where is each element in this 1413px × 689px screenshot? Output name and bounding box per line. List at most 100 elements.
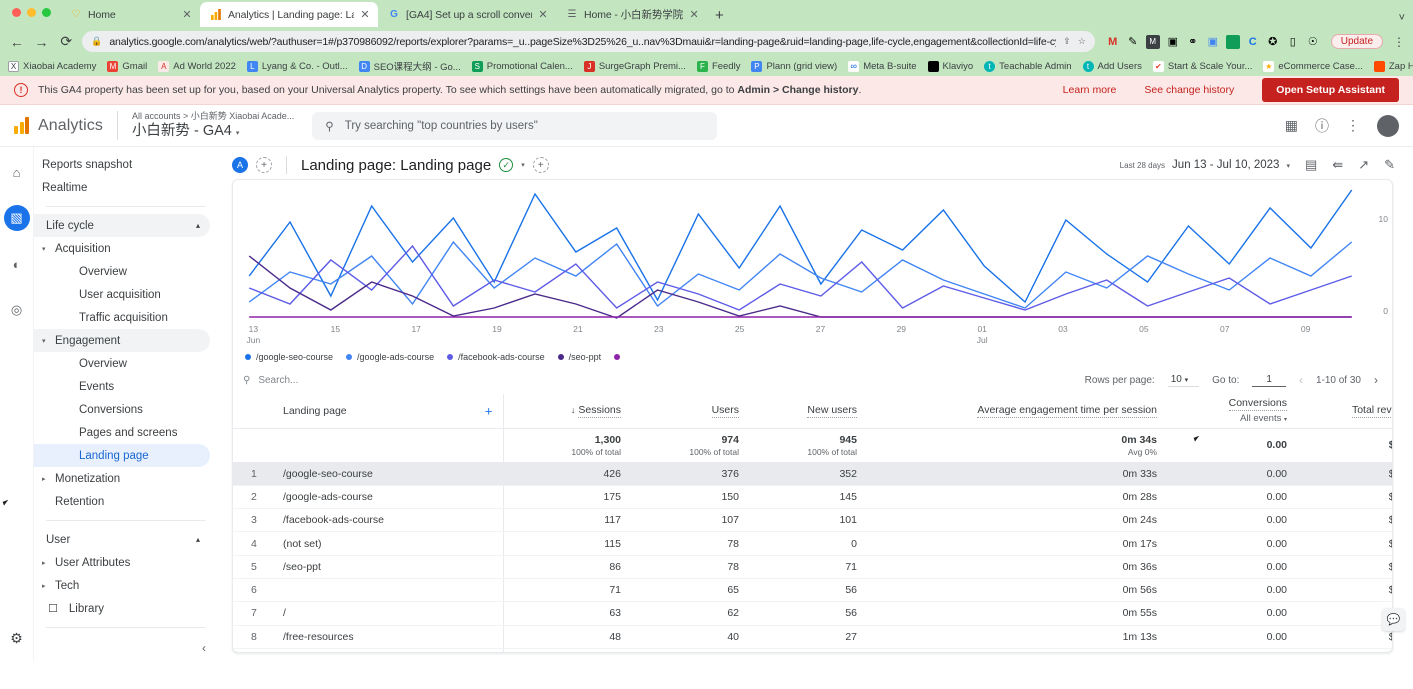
sidebar-item-library[interactable]: ☐Library [34, 597, 222, 620]
tab-list-chevron-icon[interactable]: ˅ [1399, 12, 1405, 24]
see-change-history-link[interactable]: See change history [1144, 84, 1234, 96]
feedback-icon[interactable]: 💬 [1382, 608, 1405, 631]
table-row[interactable]: 8 /free-resources 48 40 27 1m 13s 0.00 $… [233, 625, 1393, 648]
row-dimension[interactable]: (not set) [271, 532, 503, 555]
bookmark-item[interactable]: LLyang & Co. - Outl... [247, 61, 348, 72]
next-page-button[interactable]: › [1374, 373, 1378, 387]
row-dimension[interactable]: / [271, 602, 503, 625]
add-dimension-button[interactable]: + [485, 403, 493, 418]
browser-tab-3[interactable]: ☰ Home - 小白新势学院 ✕ [556, 2, 707, 27]
sidebar-item-realtime[interactable]: Realtime [34, 176, 210, 199]
column-header-new-users[interactable]: New users [751, 394, 869, 428]
camera-icon[interactable]: ▣ [1166, 35, 1180, 49]
bookmark-item[interactable]: Klaviyo [928, 61, 974, 72]
add-comparison-button[interactable]: + [256, 157, 272, 173]
add-segment-button[interactable]: + [533, 157, 549, 173]
analytics-logo[interactable]: Analytics [6, 117, 117, 135]
bookmark-item[interactable]: JSurgeGraph Premi... [584, 61, 686, 72]
sidebar-item-landing-page[interactable]: Landing page [34, 444, 210, 467]
row-dimension[interactable]: /courses [271, 648, 503, 653]
close-tab-button[interactable]: ✕ [689, 8, 699, 21]
back-button[interactable]: ← [8, 34, 26, 50]
row-dimension[interactable] [271, 578, 503, 601]
explore-icon[interactable]: ◐ [4, 251, 30, 277]
bookmark-item[interactable]: AAd World 2022 [158, 61, 236, 72]
avatar[interactable] [1377, 115, 1399, 137]
bookmark-item[interactable]: Zap History [1374, 61, 1413, 72]
row-dimension[interactable]: /google-seo-course [271, 462, 503, 485]
column-header-sessions[interactable]: ↓Sessions [503, 394, 633, 428]
column-header-engagement-time[interactable]: Average engagement time per session [869, 394, 1169, 428]
chevron-down-icon[interactable]: ▾ [236, 130, 240, 137]
profile-icon[interactable]: ☉ [1306, 35, 1320, 49]
sidebar-item-user-attributes[interactable]: ▸User Attributes [34, 551, 210, 574]
sidebar-item-reports-snapshot[interactable]: Reports snapshot [34, 153, 210, 176]
browser-menu-button[interactable]: ⋮ [1390, 35, 1405, 49]
comparison-badge[interactable]: A [232, 157, 248, 173]
learn-more-link[interactable]: Learn more [1063, 84, 1117, 96]
rows-per-page-select[interactable]: 10 ▾ [1168, 374, 1199, 387]
sheets-icon[interactable] [1226, 35, 1240, 49]
row-dimension[interactable]: /free-resources [271, 625, 503, 648]
insights-icon[interactable]: ▤ [1305, 157, 1317, 173]
url-input[interactable]: 🔒 analytics.google.com/analytics/web/?au… [82, 31, 1095, 52]
sidebar-item-user-acquisition[interactable]: User acquisition [34, 283, 210, 306]
browser-tab-2[interactable]: G [GA4] Set up a scroll conversi ✕ [378, 2, 556, 27]
sidebar-item-acquisition[interactable]: ▾Acquisition [34, 237, 210, 260]
gear-icon[interactable]: ⚙ [10, 630, 23, 647]
pen-icon[interactable]: ✎ [1126, 35, 1140, 49]
m-square-icon[interactable]: M [1146, 35, 1160, 49]
sidebar-item-traffic-acquisition[interactable]: Traffic acquisition [34, 306, 210, 329]
sidebar-item-events[interactable]: Events [34, 375, 210, 398]
table-row[interactable]: 6 71 65 56 0m 56s 0.00 $0.00 [233, 578, 1393, 601]
column-header-users[interactable]: Users [633, 394, 751, 428]
c-icon[interactable]: C [1246, 35, 1260, 49]
minimize-window-button[interactable] [27, 8, 36, 17]
table-row[interactable]: 4 (not set) 115 78 0 0m 17s 0.00 $0.00 [233, 532, 1393, 555]
bookmark-item[interactable]: MGmail [107, 61, 147, 72]
new-tab-button[interactable]: + [715, 7, 724, 24]
bookmark-item[interactable]: DSEO课程大纲 - Go... [359, 59, 461, 73]
share-icon[interactable]: ⇚ [1332, 157, 1343, 173]
table-row[interactable]: 2 /google-ads-course 175 150 145 0m 28s … [233, 485, 1393, 508]
table-row[interactable]: 7 / 63 62 56 0m 55s 0.00 $0.00 [233, 602, 1393, 625]
open-setup-assistant-button[interactable]: Open Setup Assistant [1262, 78, 1399, 102]
more-options-icon[interactable]: ⋮ [1346, 117, 1360, 134]
column-header-landing-page[interactable]: Landing page + [271, 394, 503, 428]
conversions-event-select[interactable]: All events ▾ [1181, 413, 1287, 424]
row-dimension[interactable]: /seo-ppt [271, 555, 503, 578]
help-icon[interactable]: ⓘ [1315, 116, 1329, 136]
close-tab-button[interactable]: ✕ [182, 8, 192, 21]
goto-page-input[interactable]: 1 [1252, 374, 1286, 387]
bookmark-item[interactable]: ∞Meta B-suite [848, 61, 916, 72]
legend-item[interactable]: /facebook-ads-course [447, 352, 545, 362]
legend-item[interactable]: /seo-ppt [558, 352, 602, 362]
puzzle-icon[interactable]: ✪ [1266, 35, 1280, 49]
sidebar-item-engagement-overview[interactable]: Overview [34, 352, 210, 375]
sidebar-item-retention[interactable]: Retention [34, 490, 210, 513]
edit-icon[interactable]: ✎ [1384, 157, 1395, 173]
previous-page-button[interactable]: ‹ [1299, 373, 1303, 387]
table-row[interactable]: 1 /google-seo-course 426 376 352 0m 33s … [233, 462, 1393, 485]
link-icon[interactable]: ⚭ [1186, 35, 1200, 49]
sidepanel-icon[interactable]: ▯ [1286, 35, 1300, 49]
maximize-window-button[interactable] [42, 8, 51, 17]
bookmark-item[interactable]: tTeachable Admin [984, 61, 1071, 72]
close-tab-button[interactable]: ✕ [538, 8, 548, 21]
bookmark-item[interactable]: ✔Start & Scale Your... [1153, 61, 1253, 72]
close-window-button[interactable] [12, 8, 21, 17]
sidebar-item-acquisition-overview[interactable]: Overview [34, 260, 210, 283]
bookmark-item[interactable]: XXiaobai Academy [8, 61, 96, 72]
table-row[interactable]: 5 /seo-ppt 86 78 71 0m 36s 0.00 $0.00 [233, 555, 1393, 578]
sidebar-group-life-cycle[interactable]: Life cycle▴ [34, 214, 210, 237]
global-search-input[interactable]: ⚲ Try searching "top countries by users" [312, 112, 717, 140]
reload-button[interactable]: ⟳ [57, 33, 75, 50]
sidebar-item-conversions[interactable]: Conversions [34, 398, 210, 421]
column-header-conversions[interactable]: ConversionsAll events ▾ [1169, 394, 1299, 428]
apps-grid-icon[interactable]: ▦ [1285, 117, 1298, 134]
banner-admin-link[interactable]: Admin > Change history [737, 84, 858, 96]
advertising-icon[interactable]: ◎ [4, 297, 30, 323]
bookmark-item[interactable]: ★eCommerce Case... [1263, 61, 1362, 72]
row-dimension[interactable]: /facebook-ads-course [271, 509, 503, 532]
date-range-picker[interactable]: Last 28 days Jun 13 - Jul 10, 2023 ▾ [1120, 159, 1290, 171]
